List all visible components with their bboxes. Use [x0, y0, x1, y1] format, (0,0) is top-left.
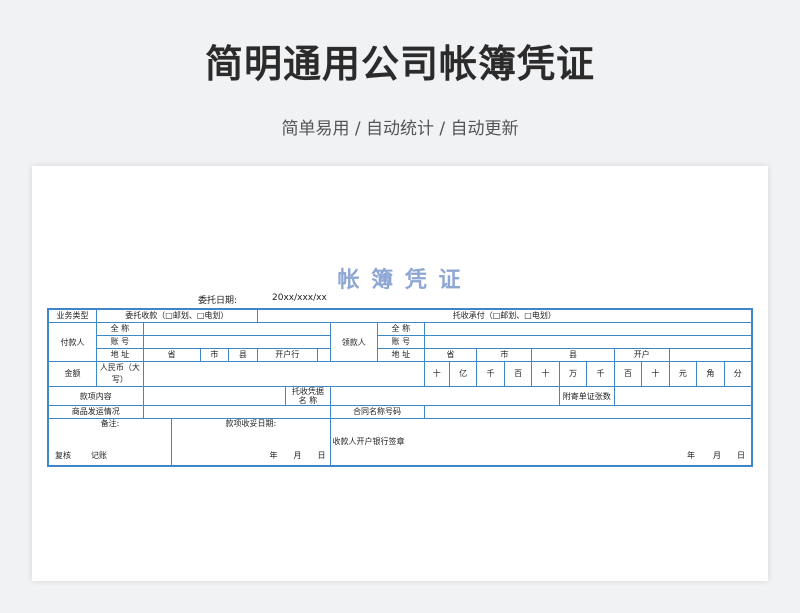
- payee-address-label: 地 址: [377, 348, 425, 362]
- digit-col: 百: [503, 361, 533, 387]
- payee-bank-sign-cell[interactable]: 收款人开户银行签章 年 月 日: [329, 418, 753, 467]
- attached-docs-value[interactable]: [613, 386, 753, 406]
- date-label: 委托日期:: [198, 296, 238, 306]
- month-label: 月: [293, 451, 302, 460]
- payer-county: 县: [228, 348, 258, 362]
- payer-label: 付款人: [47, 322, 98, 362]
- payee-bank-label: 开户: [613, 348, 670, 362]
- digit-col: 分: [723, 361, 753, 387]
- digit-col: 万: [558, 361, 588, 387]
- voucher-table: 业务类型 委托收款（□邮划、□电划） 托收承付（□邮划、□电划） 付款人 全 称…: [47, 308, 753, 467]
- payer-full-name-label: 全 称: [96, 322, 144, 336]
- receive-date-label: 款项收妥日期:: [225, 419, 277, 428]
- collection-doc-value[interactable]: [329, 386, 560, 406]
- payer-address-label: 地 址: [96, 348, 144, 362]
- digit-col: 元: [668, 361, 698, 387]
- payee-full-name-label: 全 称: [377, 322, 425, 336]
- day-label: 日: [317, 451, 326, 460]
- remarks-cell[interactable]: 备注: 复核 记账: [47, 418, 173, 467]
- collection-option[interactable]: 委托收款（□邮划、□电划）: [96, 308, 258, 323]
- amount-words-value[interactable]: [142, 361, 425, 387]
- voucher-sheet: 帐 簿 凭 证 委托日期: 20xx/xxx/xx 业务类型 委托收款（□邮划、…: [32, 166, 768, 581]
- collection-doc-label: 托收凭据名 称: [285, 386, 331, 406]
- payee-province: 省: [423, 348, 478, 362]
- date-value: 20xx/xxx/xx: [272, 293, 327, 303]
- page-title: 简明通用公司帐簿凭证: [204, 42, 595, 86]
- payee-account-value[interactable]: [423, 335, 753, 349]
- payee-label: 领款人: [329, 322, 379, 362]
- payer-province: 省: [142, 348, 201, 362]
- rmb-label: 人民币（大写）: [96, 361, 144, 387]
- digit-col: 十: [423, 361, 450, 387]
- payee-city: 市: [476, 348, 533, 362]
- remarks-label: 备注:: [100, 419, 120, 428]
- digit-col: 百: [613, 361, 643, 387]
- form-title: 帐 簿 凭 证: [337, 268, 463, 293]
- payer-city: 市: [199, 348, 230, 362]
- payee-account-label: 账 号: [377, 335, 425, 349]
- month-label: 月: [713, 451, 721, 460]
- payer-account-value[interactable]: [142, 335, 331, 349]
- payer-bank-label: 开户行: [256, 348, 318, 362]
- receive-date-cell[interactable]: 款项收妥日期: 年 月 日: [171, 418, 331, 467]
- payee-full-name-value[interactable]: [423, 322, 753, 336]
- amount-label: 金额: [47, 361, 98, 387]
- digit-col: 亿: [448, 361, 478, 387]
- payee-bank-sign-label: 收款人开户银行签章: [332, 437, 405, 446]
- acceptance-option[interactable]: 托收承付（□邮划、□电划）: [256, 308, 753, 323]
- goods-shipping-label: 商品发运情况: [47, 405, 144, 419]
- payee-bank-value[interactable]: [668, 348, 753, 362]
- digit-col: 十: [531, 361, 560, 387]
- year-label: 年: [687, 451, 695, 460]
- digit-col: 角: [696, 361, 725, 387]
- year-label: 年: [269, 451, 278, 460]
- payer-bank-value[interactable]: [316, 348, 331, 362]
- digit-col: 十: [641, 361, 670, 387]
- fund-content-value[interactable]: [142, 386, 287, 406]
- page-subtitle: 简单易用 / 自动统计 / 自动更新: [281, 119, 519, 139]
- contract-no-value[interactable]: [423, 405, 753, 419]
- digit-col: 千: [586, 361, 615, 387]
- contract-no-label: 合同名称号码: [329, 405, 425, 419]
- review-label: 复核: [55, 451, 71, 460]
- bookkeep-label: 记账: [91, 451, 107, 460]
- payer-full-name-value[interactable]: [142, 322, 331, 336]
- attached-docs-label: 附寄单证张数: [558, 386, 615, 406]
- payer-account-label: 账 号: [96, 335, 144, 349]
- goods-shipping-value[interactable]: [142, 405, 331, 419]
- day-label: 日: [737, 451, 745, 460]
- fund-content-label: 款项内容: [47, 386, 144, 406]
- payee-county: 县: [531, 348, 615, 362]
- business-type-label: 业务类型: [47, 308, 98, 323]
- digit-col: 千: [476, 361, 505, 387]
